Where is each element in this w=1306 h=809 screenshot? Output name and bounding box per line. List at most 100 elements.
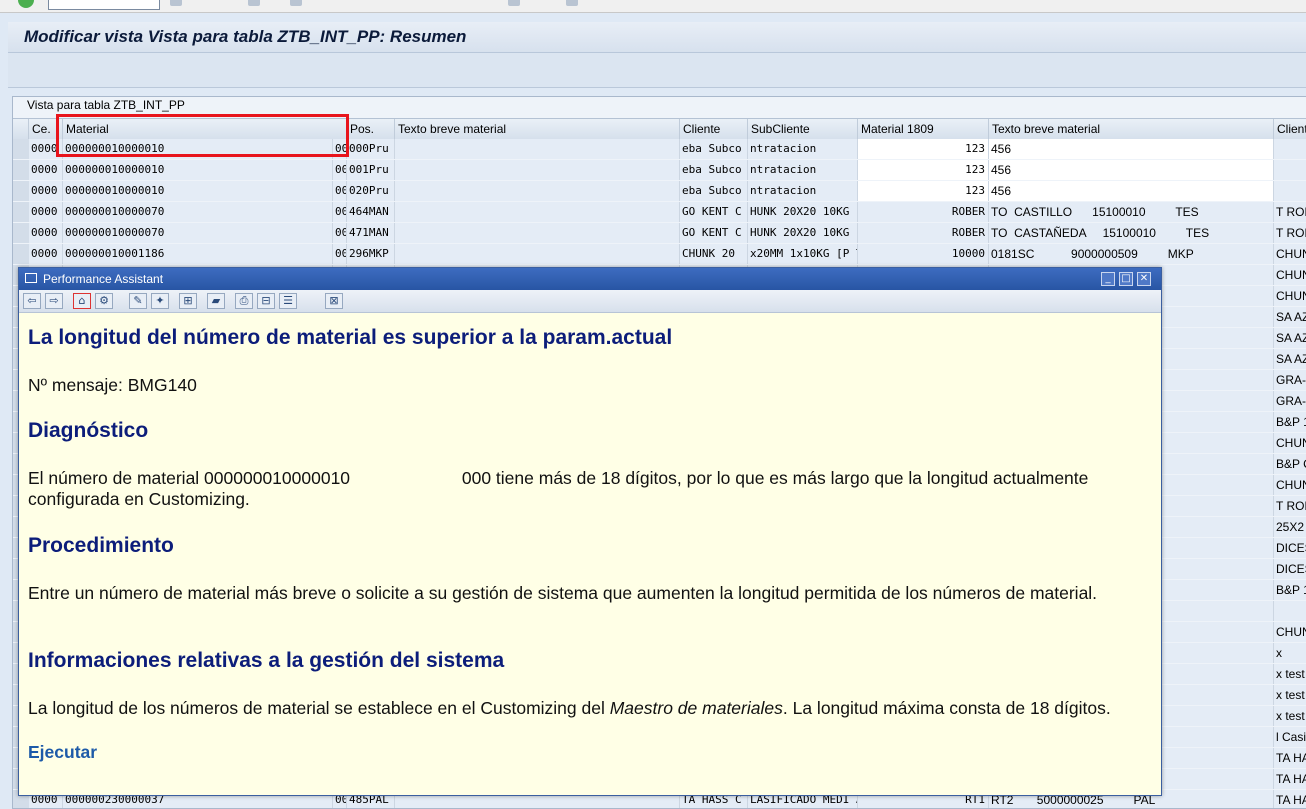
table-cell[interactable]: CHUNK 20	[680, 244, 748, 264]
column-header[interactable]: Texto breve material	[395, 119, 680, 139]
table-cell[interactable]: 000000010000010	[63, 181, 333, 201]
table-cell[interactable]	[1274, 160, 1306, 180]
table-cell[interactable]: 456	[989, 181, 1274, 201]
table-cell[interactable]: SA AZ	[1274, 349, 1306, 369]
table-cell[interactable]: eba Subco	[680, 160, 748, 180]
edit-icon[interactable]: ✎	[129, 293, 147, 309]
table-cell[interactable]: B&P 1	[1274, 412, 1306, 432]
column-header[interactable]: Material 1809	[858, 119, 989, 139]
table-cell[interactable]: TO CASTAÑEDA 15100010 TES	[989, 223, 1274, 243]
table-cell[interactable]: 0181SC 9000000509 MKP	[989, 244, 1274, 264]
table-cell[interactable]: ROBER	[858, 202, 989, 222]
row-selector[interactable]	[13, 244, 30, 264]
enter-icon[interactable]	[18, 0, 34, 8]
table-cell[interactable]	[395, 202, 680, 222]
row-selector[interactable]	[13, 202, 30, 222]
back-icon[interactable]: ⇦	[23, 293, 41, 309]
table-cell[interactable]: 000000010000070	[63, 202, 333, 222]
table-cell[interactable]: x test	[1274, 685, 1306, 705]
table-cell[interactable]: GRA-	[1274, 370, 1306, 390]
table-cell[interactable]: 000000010001186	[63, 244, 333, 264]
table-cell[interactable]: CHUN	[1274, 622, 1306, 642]
table-cell[interactable]: 471MAN	[347, 223, 395, 243]
forward-icon[interactable]: ⇨	[45, 293, 63, 309]
table-cell[interactable]	[395, 223, 680, 243]
table-cell[interactable]: 000000010000010	[63, 160, 333, 180]
column-header[interactable]: Client	[1274, 119, 1306, 139]
table-cell[interactable]: x test	[1274, 664, 1306, 684]
save-icon[interactable]	[170, 0, 182, 6]
table-cell[interactable]: ntratacion	[748, 181, 858, 201]
print-icon[interactable]	[508, 0, 520, 6]
table-cell[interactable]: B&P C	[1274, 454, 1306, 474]
column-header[interactable]: Cliente	[680, 119, 748, 139]
table-cell[interactable]: SA AZ	[1274, 328, 1306, 348]
table-cell[interactable]: 456	[989, 139, 1274, 159]
tree-icon[interactable]: ⊞	[179, 293, 197, 309]
table-cell[interactable]: T ROB	[1274, 223, 1306, 243]
note-icon[interactable]: ▰	[207, 293, 225, 309]
table-cell[interactable]: 000000010000070	[63, 223, 333, 243]
table-cell[interactable]: CHUN	[1274, 286, 1306, 306]
table-cell[interactable]: TA HA	[1274, 769, 1306, 789]
print-icon[interactable]: ⎙	[235, 293, 253, 309]
table-cell[interactable]	[395, 181, 680, 201]
table-cell[interactable]: 020Pru	[347, 181, 395, 201]
table-cell[interactable]	[395, 244, 680, 264]
help-icon[interactable]	[566, 0, 578, 6]
table-cell[interactable]: 000	[333, 181, 347, 201]
row-selector[interactable]	[13, 181, 30, 201]
table-row[interactable]: 0000000000010000010000001Pru eba Subcontr…	[13, 160, 1306, 182]
table-cell[interactable]: x20MM 1x10KG [P T]	[748, 244, 858, 264]
table-cell[interactable]: x test	[1274, 706, 1306, 726]
table-cell[interactable]: 123	[858, 139, 989, 159]
close-icon[interactable]: ✕	[1137, 272, 1151, 286]
select-all-cell[interactable]	[13, 119, 29, 139]
table-cell[interactable]: T ROB	[1274, 202, 1306, 222]
table-cell[interactable]: 0000	[29, 160, 63, 180]
list-icon[interactable]: ☰	[279, 293, 297, 309]
table-row[interactable]: 0000000000010001186000296MKP CHUNK 20x20M…	[13, 244, 1306, 266]
maximize-icon[interactable]: □	[1119, 272, 1133, 286]
execute-link[interactable]: Ejecutar	[28, 742, 97, 763]
table-cell[interactable]: DICES	[1274, 559, 1306, 579]
table-cell[interactable]: 000	[333, 244, 347, 264]
table-cell[interactable]: GRA-	[1274, 391, 1306, 411]
table-cell[interactable]: eba Subco	[680, 139, 748, 159]
bookmark-icon[interactable]: ⊟	[257, 293, 275, 309]
table-cell[interactable]: CHUN	[1274, 265, 1306, 285]
cancel-icon[interactable]	[290, 0, 302, 6]
back-icon[interactable]	[248, 0, 260, 6]
table-cell[interactable]: B&P 1	[1274, 580, 1306, 600]
table-cell[interactable]	[1274, 601, 1306, 621]
table-cell[interactable]: DICES	[1274, 538, 1306, 558]
column-header[interactable]: SubCliente	[748, 119, 858, 139]
table-cell[interactable]: 000	[333, 160, 347, 180]
table-cell[interactable]: TA HA	[1274, 748, 1306, 768]
table-cell[interactable]: SA AZ	[1274, 307, 1306, 327]
row-selector[interactable]	[13, 223, 30, 243]
table-cell[interactable]: HUNK 20X20 10KG	[748, 223, 858, 243]
table-row[interactable]: 0000000000010000070000464MAN GO KENT CHUN…	[13, 202, 1306, 224]
close-help-icon[interactable]: ⊠	[325, 293, 343, 309]
table-cell[interactable]: 0000	[29, 181, 63, 201]
table-cell[interactable]: T ROB	[1274, 496, 1306, 516]
minimize-icon[interactable]: _	[1101, 272, 1115, 286]
table-cell[interactable]: 25X2	[1274, 517, 1306, 537]
table-cell[interactable]: 123	[858, 160, 989, 180]
technical-info-icon[interactable]: ⚙	[95, 293, 113, 309]
table-cell[interactable]	[395, 139, 680, 159]
table-cell[interactable]: CHUN	[1274, 433, 1306, 453]
table-cell[interactable]: 10000	[858, 244, 989, 264]
window-title-bar[interactable]: Performance Assistant _ □ ✕	[19, 268, 1161, 290]
table-cell[interactable]: 464MAN	[347, 202, 395, 222]
row-selector[interactable]	[13, 139, 30, 159]
table-cell[interactable]	[1274, 139, 1306, 159]
table-cell[interactable]: ROBER	[858, 223, 989, 243]
table-cell[interactable]: 296MKP	[347, 244, 395, 264]
table-row[interactable]: 0000000000010000010000020Pru eba Subcontr…	[13, 181, 1306, 203]
table-cell[interactable]: 000	[333, 202, 347, 222]
table-cell[interactable]: 123	[858, 181, 989, 201]
column-header[interactable]: Texto breve material	[989, 119, 1274, 139]
table-cell[interactable]: l Casio	[1274, 727, 1306, 747]
